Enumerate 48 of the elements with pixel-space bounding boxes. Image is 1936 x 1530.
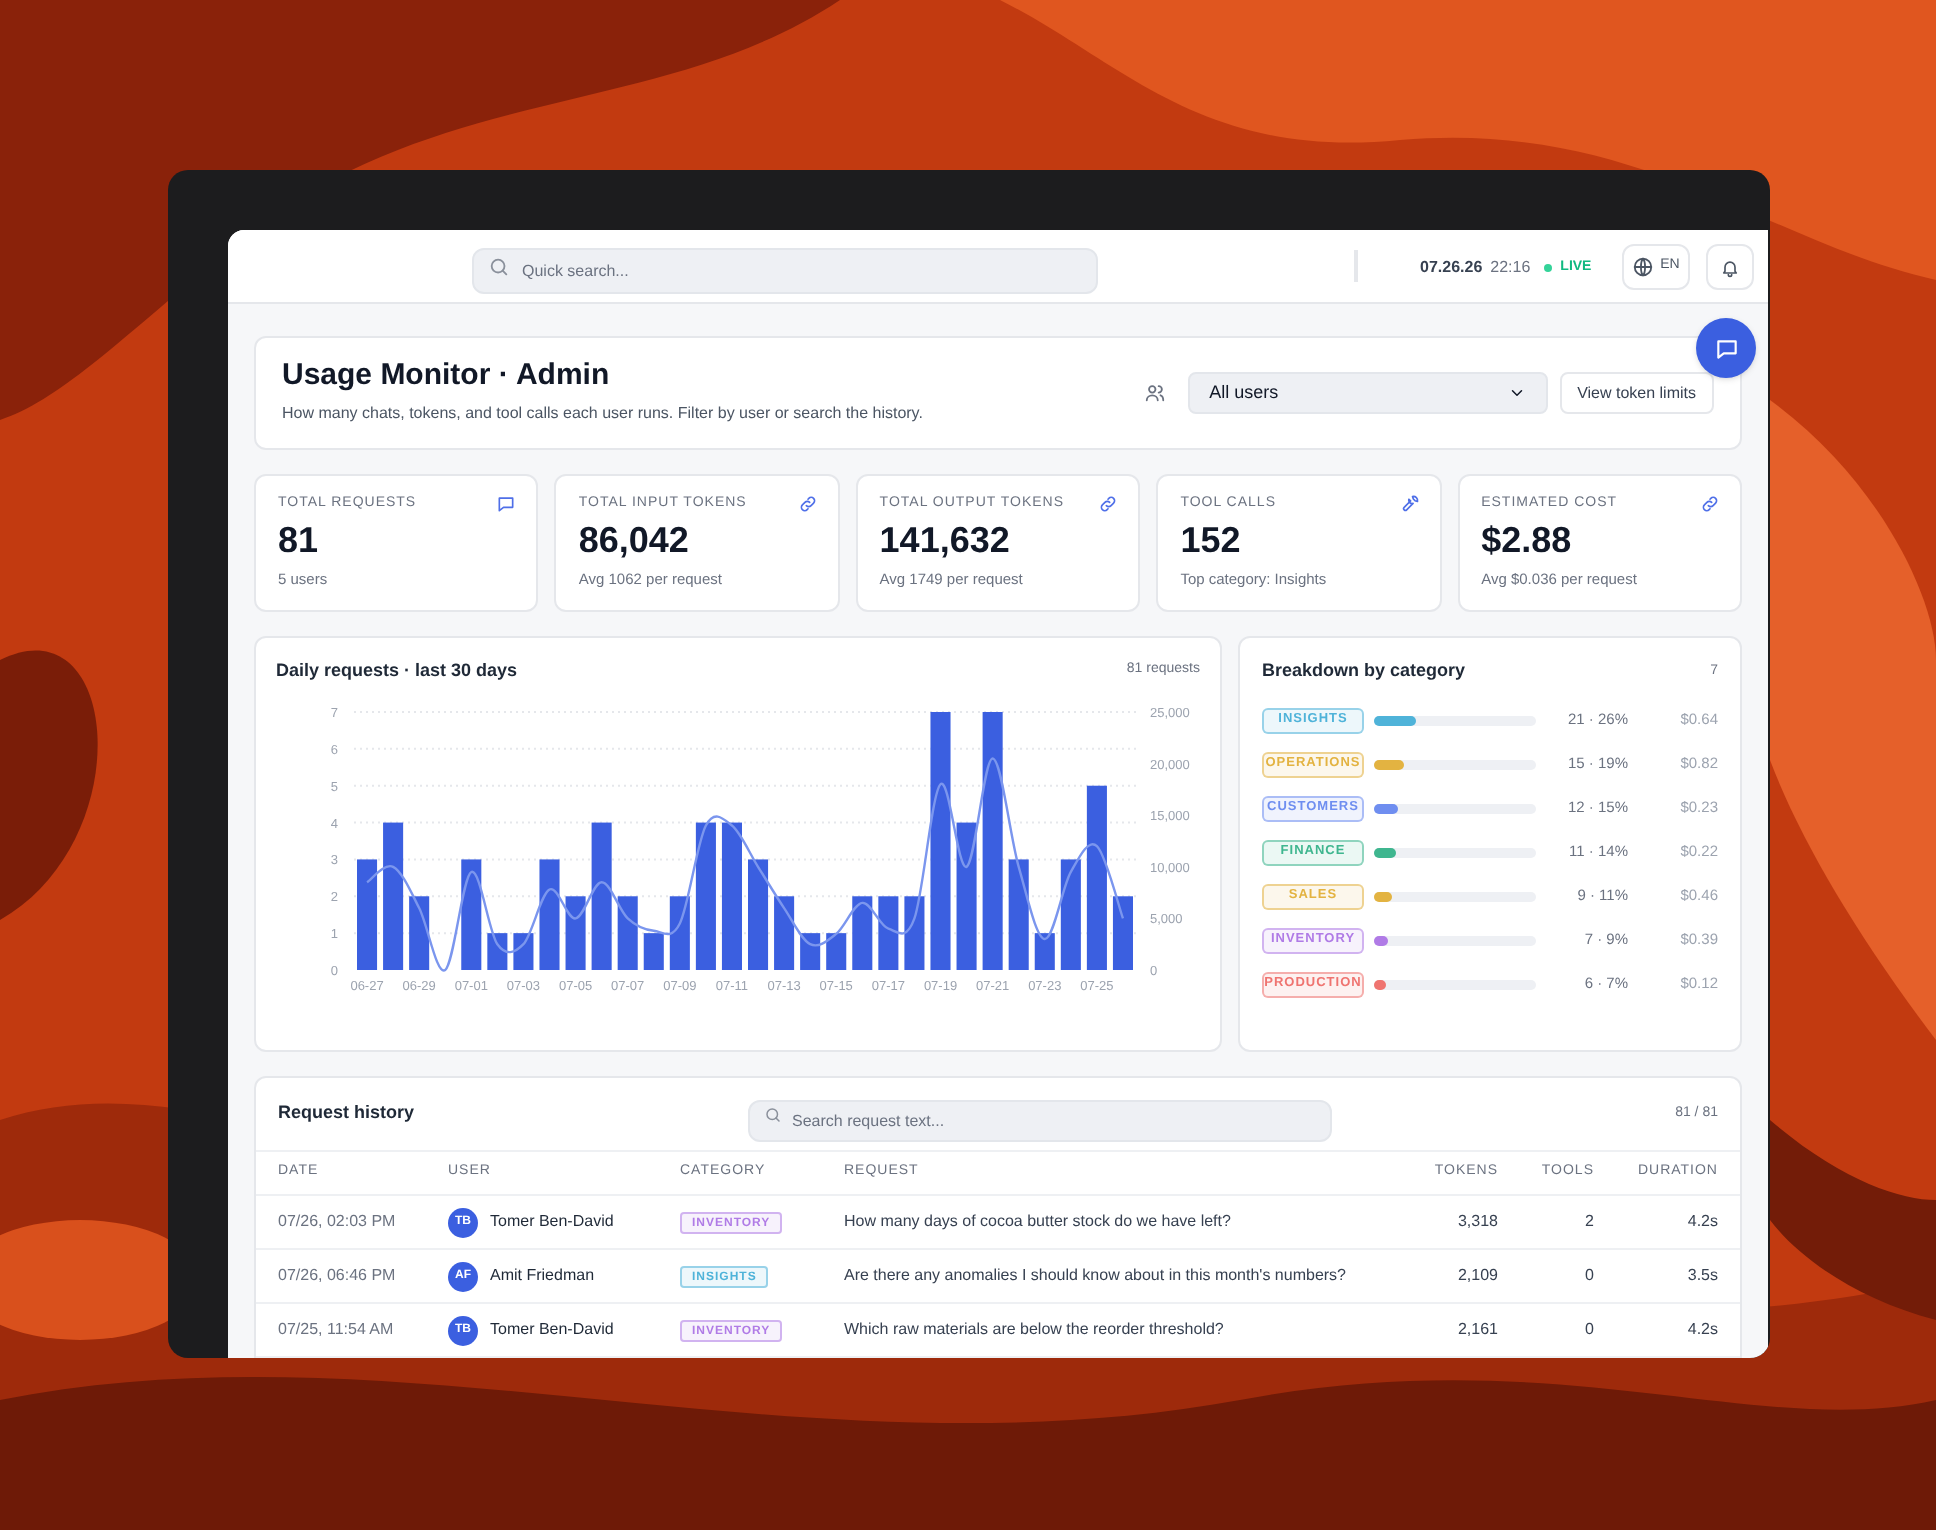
stat-value: $2.88 xyxy=(1481,522,1574,558)
breakdown-title: Breakdown by category xyxy=(1262,658,1466,684)
tokens-cell-text: 2,161 xyxy=(1455,1318,1498,1342)
page-subtitle: How many chats, tokens, and tool calls each user runs. Filter by user or search the history. xyxy=(282,402,923,426)
chat-bubble-icon xyxy=(496,494,517,514)
search-field[interactable]: Quick search... xyxy=(472,248,1098,294)
request-cell-text: Which raw materials are below the reorder threshold? xyxy=(844,1318,1226,1342)
history-title: Request history xyxy=(278,1100,415,1127)
tokens-cell-text: 3,318 xyxy=(1455,1210,1498,1234)
chart-title: Daily requests · last 30 days xyxy=(276,658,518,684)
link-icon xyxy=(797,494,818,514)
user-name: Tomer Ben-David xyxy=(490,1318,614,1342)
chevron-down-icon xyxy=(1507,384,1526,402)
wrench-icon xyxy=(1399,494,1420,514)
search-icon xyxy=(488,256,510,278)
user-name: Amit Friedman xyxy=(490,1264,595,1288)
request-cell-text: Are there any anomalies I should know about in this month's numbers? xyxy=(844,1264,1348,1288)
stat-value: 141,632 xyxy=(879,522,1012,558)
date-cell-text: 07/25, 11:54 AM xyxy=(278,1318,396,1342)
link-icon xyxy=(1098,494,1119,514)
token-limits-button[interactable]: View token limits xyxy=(1559,372,1714,414)
user-name: Tomer Ben-David xyxy=(490,1210,614,1234)
bell-icon xyxy=(1720,257,1740,277)
tokens-cell-text: 2,109 xyxy=(1455,1264,1498,1288)
tools-cell-text: 2 xyxy=(1583,1210,1594,1234)
search-field[interactable]: Search request text... xyxy=(748,1100,1332,1142)
globe-icon xyxy=(1632,256,1655,278)
request-cell-text: How many days of cocoa butter stock do we have left? xyxy=(844,1210,1233,1234)
link-icon xyxy=(1699,494,1720,514)
notifications-button[interactable] xyxy=(1706,244,1754,290)
date-cell-text: 07/26, 06:46 PM xyxy=(278,1264,398,1288)
stat-value: 152 xyxy=(1180,522,1243,558)
stat-value: 86,042 xyxy=(578,522,691,558)
page-title: Usage Monitor · Admin xyxy=(282,360,612,390)
chat-button[interactable] xyxy=(1696,318,1756,378)
users-icon xyxy=(1143,382,1166,404)
tools-cell-text: 0 xyxy=(1583,1264,1594,1288)
user-filter-dropdown[interactable]: All users xyxy=(1187,372,1548,414)
time-text: 22:16 xyxy=(1490,256,1531,280)
chat-bubble-icon xyxy=(1713,335,1739,361)
date-cell-text: 07/26, 02:03 PM xyxy=(278,1210,398,1234)
search-icon xyxy=(764,1106,782,1124)
duration-cell-text: 4.2s xyxy=(1685,1318,1718,1342)
tools-cell-text: 0 xyxy=(1583,1318,1594,1342)
date-text: 07.26.26 xyxy=(1420,256,1483,280)
duration-cell-text: 4.2s xyxy=(1685,1210,1718,1234)
duration-cell-text: 3.5s xyxy=(1685,1264,1718,1288)
stat-value: 81 xyxy=(278,522,321,558)
